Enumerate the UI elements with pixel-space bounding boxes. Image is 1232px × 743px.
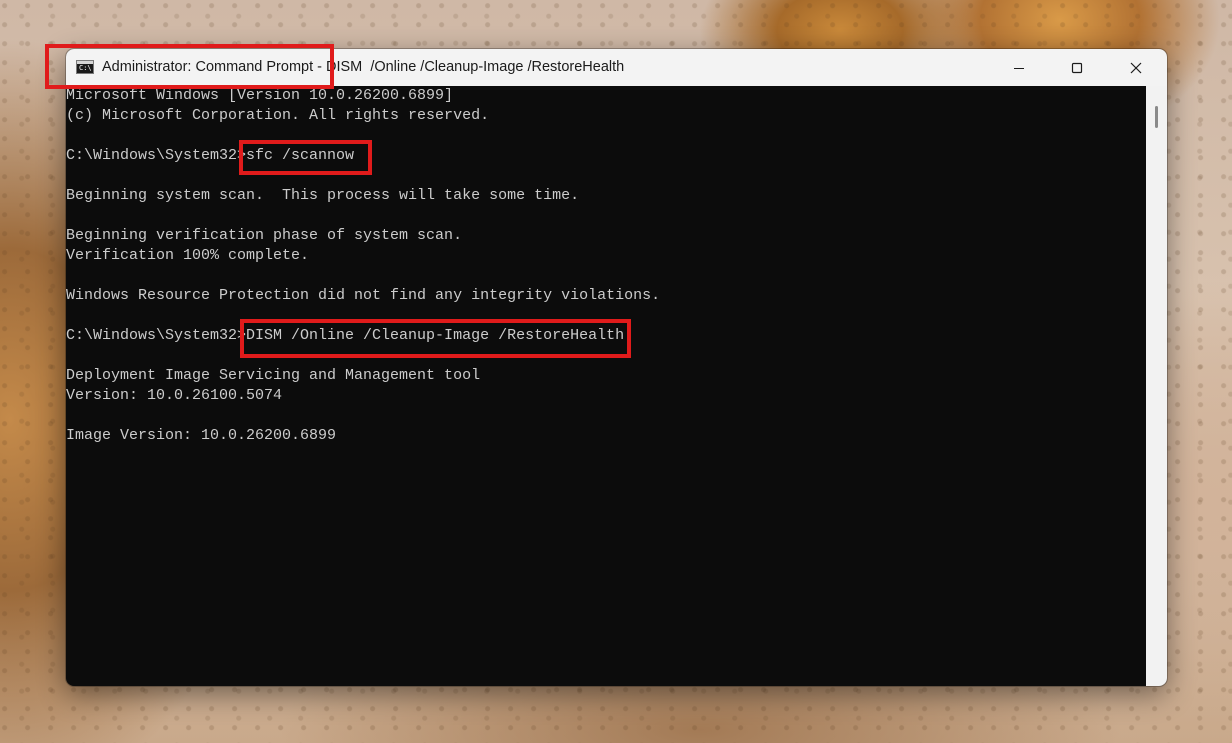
console-line: Image Version: 10.0.26200.6899 (66, 427, 337, 444)
console-line: Verification 100% complete. (66, 247, 310, 264)
window-title: Administrator: Command Prompt - DISM /On… (102, 59, 625, 75)
scrollbar-thumb[interactable] (1155, 106, 1158, 128)
command-prompt-icon: C:\ (76, 60, 94, 74)
maximize-button[interactable] (1048, 49, 1106, 86)
console-line: Version: 10.0.26100.5074 (66, 387, 283, 404)
minimize-button[interactable] (990, 49, 1048, 86)
console-line: C:\Windows\System32>DISM /Online /Cleanu… (66, 327, 625, 344)
vertical-scrollbar[interactable] (1146, 86, 1167, 686)
minimize-icon (1014, 67, 1024, 69)
command-prompt-window: C:\ Administrator: Command Prompt - DISM… (66, 49, 1167, 686)
console-line: Deployment Image Servicing and Managemen… (66, 367, 481, 384)
console-line: C:\Windows\System32>sfc /scannow (66, 147, 355, 164)
console-line: (c) Microsoft Corporation. All rights re… (66, 107, 490, 124)
console-line: Microsoft Windows [Version 10.0.26200.68… (66, 87, 454, 104)
maximize-icon (1071, 62, 1083, 73)
console-line: Windows Resource Protection did not find… (66, 287, 661, 304)
close-button[interactable] (1107, 49, 1165, 86)
title-bar[interactable]: C:\ Administrator: Command Prompt - DISM… (66, 49, 1167, 86)
console-output[interactable]: Microsoft Windows [Version 10.0.26200.68… (66, 86, 1146, 686)
console-line: Beginning system scan. This process will… (66, 187, 580, 204)
console-line: Beginning verification phase of system s… (66, 227, 463, 244)
close-icon (1130, 62, 1142, 73)
app-icon-glyph: C:\ (79, 64, 92, 72)
